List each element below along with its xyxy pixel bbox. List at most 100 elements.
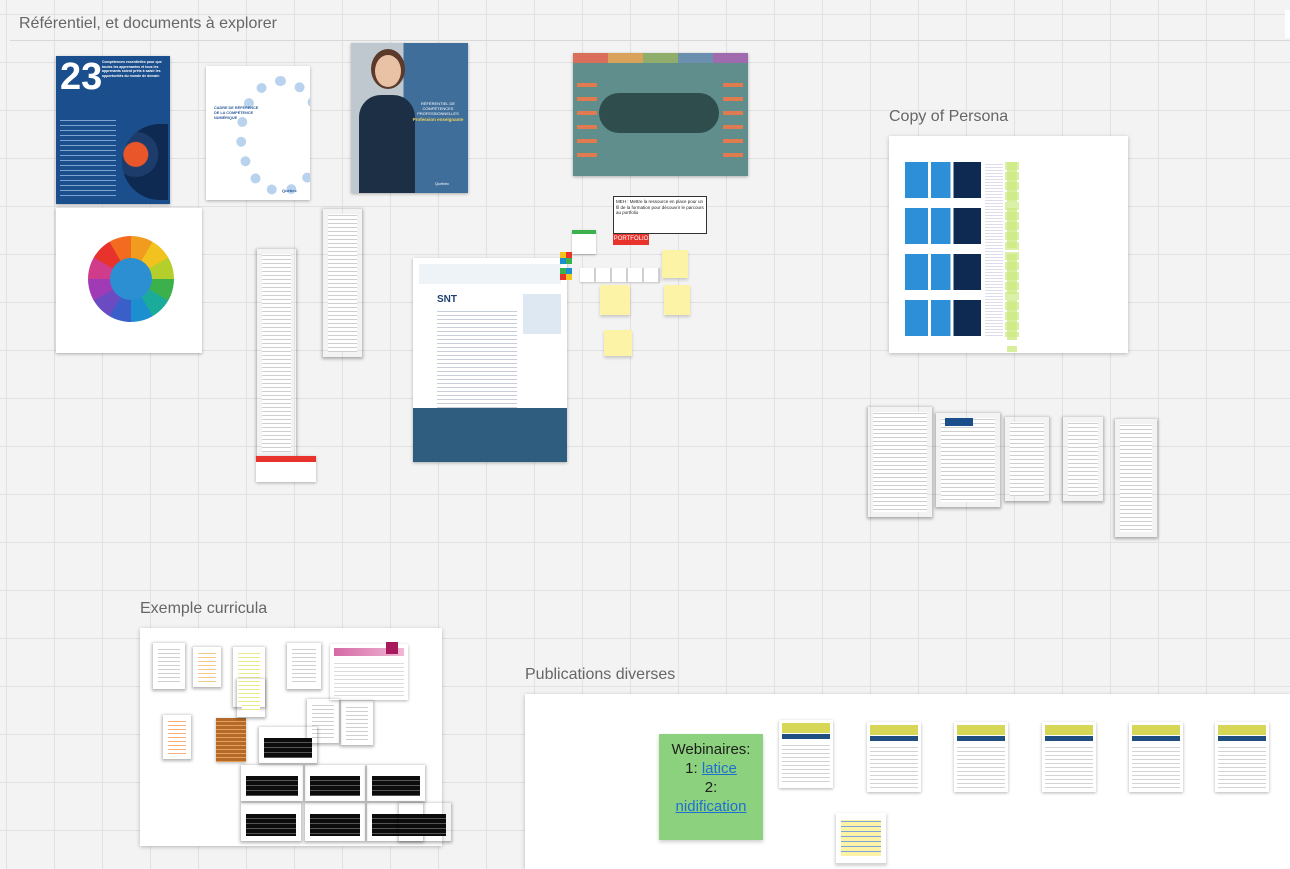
infographic-right-labels	[723, 73, 743, 163]
curriculum-doc[interactable]	[340, 700, 374, 746]
webinaires-title: Webinaires:	[671, 741, 751, 758]
persona-row	[905, 254, 981, 290]
article-doc[interactable]	[1004, 416, 1050, 502]
frame-edge	[1285, 10, 1290, 38]
latice-link[interactable]: latice	[702, 760, 737, 777]
wheel-center	[110, 258, 152, 300]
sticky-note[interactable]	[664, 285, 690, 315]
web-document-narrow[interactable]	[322, 208, 363, 358]
webinaires-item-1: 1: latice	[659, 759, 763, 778]
black-slide[interactable]	[398, 802, 452, 842]
teacher-body	[359, 95, 415, 193]
cover-23-competences[interactable]: 23 Compétences essentielles pour que tou…	[56, 56, 170, 204]
webinaires-item-2-prefix: 2:	[704, 779, 718, 796]
pub-band	[782, 734, 830, 739]
pub-header	[870, 725, 918, 735]
pub-text	[957, 744, 1005, 788]
frame-title-curricula[interactable]: Exemple curricula	[140, 600, 267, 618]
teacher-poster[interactable]: RÉFÉRENTIEL DE COMPÉTENCES PROFESSIONNEL…	[351, 43, 468, 193]
persona-row	[905, 300, 981, 336]
curriculum-doc[interactable]	[286, 642, 322, 690]
snt-body-text	[437, 308, 517, 408]
web-page-screenshot-tall[interactable]	[256, 248, 297, 458]
cover-head-illustration	[122, 124, 168, 200]
black-slide[interactable]	[240, 802, 302, 842]
mini-flow-chart[interactable]	[580, 268, 660, 282]
infographic-left-labels	[577, 73, 597, 163]
item-1-prefix: 1:	[685, 760, 702, 777]
portfolio-note[interactable]: MEH : Mettre la ressource en place pour …	[613, 196, 707, 234]
curriculum-doc[interactable]	[152, 642, 186, 690]
pub-text	[782, 742, 830, 784]
competence-wheel-doc[interactable]	[56, 208, 202, 353]
curriculum-doc[interactable]	[162, 714, 192, 760]
black-slide[interactable]	[366, 764, 426, 802]
cadre-footer: Québec	[282, 188, 297, 193]
pub-band	[1045, 736, 1093, 741]
frame-title-persona[interactable]: Copy of Persona	[889, 108, 1008, 126]
links-sticky[interactable]	[835, 812, 887, 864]
webinaires-sticky[interactable]: Webinaires: 1: latice 2: nidification	[659, 734, 763, 840]
pub-text	[1218, 744, 1266, 788]
frame-title-referentiel[interactable]: Référentiel, et documents à explorer	[19, 15, 277, 33]
pub-header	[1045, 725, 1093, 735]
cadre-illustration	[236, 76, 310, 196]
pub-header	[782, 723, 830, 733]
snippet-bar	[256, 456, 316, 462]
sticky-note[interactable]	[662, 250, 688, 278]
publication-doc[interactable]	[1042, 722, 1096, 792]
infographic-header	[573, 53, 748, 63]
teacher-poster-footer: Québec	[435, 181, 450, 186]
black-slide[interactable]	[258, 726, 318, 764]
cover-heading: Compétences essentielles pour que toutes…	[102, 60, 162, 78]
curriculum-doc-brown[interactable]	[216, 718, 246, 762]
article-doc[interactable]	[935, 412, 1001, 508]
sticky-note[interactable]	[600, 285, 630, 315]
frame-persona[interactable]	[889, 136, 1128, 353]
frame-curricula[interactable]	[140, 628, 446, 846]
nidification-link[interactable]: nidification	[676, 798, 747, 815]
teacher-poster-subtitle: Profession enseignante	[412, 117, 464, 122]
snt-page-screenshot[interactable]: SNT	[413, 258, 567, 462]
pub-band	[870, 736, 918, 741]
snt-sidebar	[523, 294, 561, 334]
persona-row	[905, 208, 981, 244]
persona-green-notes	[1005, 162, 1019, 337]
frame-title-publications[interactable]: Publications diverses	[525, 666, 675, 684]
snt-footer	[413, 408, 567, 462]
publication-doc[interactable]	[779, 720, 833, 788]
body-infographic[interactable]	[573, 53, 748, 176]
web-page-snippet[interactable]	[256, 456, 316, 482]
table-logo	[386, 642, 398, 654]
article-doc[interactable]	[867, 406, 933, 518]
article-doc[interactable]	[1114, 418, 1158, 538]
cadre-title: CADRE DE RÉFÉRENCE DE LA COMPÉTENCE NUMÉ…	[214, 106, 259, 120]
article-doc[interactable]	[1062, 416, 1104, 502]
snt-header	[419, 264, 561, 284]
publication-doc[interactable]	[1129, 722, 1183, 792]
snt-badge: SNT	[437, 294, 457, 305]
sticky-note[interactable]	[604, 330, 632, 356]
curriculum-doc[interactable]	[192, 646, 222, 688]
publication-doc[interactable]	[1215, 722, 1269, 792]
frame-referentiel-edge	[10, 40, 1290, 51]
persona-text-col	[985, 162, 1003, 337]
persona-row	[905, 162, 981, 198]
curriculum-table[interactable]	[330, 642, 408, 700]
pub-text	[1045, 744, 1093, 788]
mini-card-green[interactable]	[572, 230, 596, 254]
pub-band	[957, 736, 1005, 741]
black-slide[interactable]	[304, 802, 366, 842]
pub-band	[1218, 736, 1266, 741]
black-slide[interactable]	[304, 764, 366, 802]
publication-doc[interactable]	[867, 722, 921, 792]
pub-header	[1132, 725, 1180, 735]
black-slide[interactable]	[240, 764, 304, 802]
pub-band	[1132, 736, 1180, 741]
portfolio-badge[interactable]: PORTFOLIO	[613, 234, 649, 245]
cover-list	[60, 116, 116, 200]
publication-doc[interactable]	[954, 722, 1008, 792]
teacher-face	[375, 55, 401, 87]
cadre-reference-doc[interactable]: CADRE DE RÉFÉRENCE DE LA COMPÉTENCE NUMÉ…	[206, 66, 310, 200]
curriculum-doc[interactable]	[236, 678, 266, 718]
